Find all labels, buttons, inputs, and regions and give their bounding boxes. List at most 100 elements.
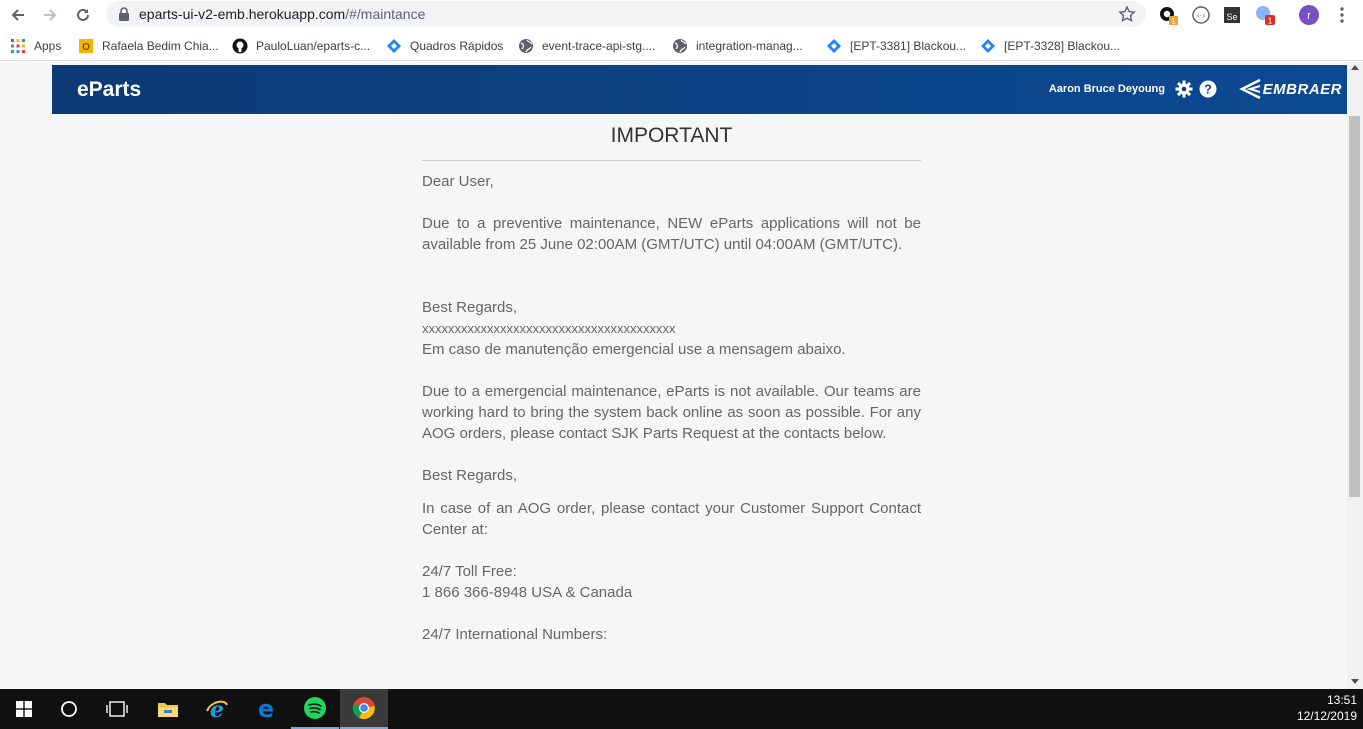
placeholder-text: xxxxxxxxxxxxxxxxxxxxxxxxxxxxxxxxxxxxxxx — [422, 321, 676, 336]
maintenance-paragraph: Due to a preventive maintenance, NEW ePa… — [422, 215, 921, 253]
emergency-paragraph: Due to a emergencial maintenance, eParts… — [422, 383, 921, 442]
kebab-menu-icon — [1340, 7, 1344, 23]
gear-icon[interactable] — [1175, 80, 1193, 98]
svg-text:e: e — [210, 697, 224, 721]
extension-badge-2: 1 — [1268, 17, 1273, 26]
embraer-logo: EMBRAER — [1238, 79, 1342, 99]
bookmark-label: integration-manag... — [696, 39, 803, 53]
edge-icon: e — [258, 697, 274, 721]
windows-taskbar: e e 13:51 12/12/2019 — [0, 689, 1363, 729]
profile-initial: r — [1307, 10, 1311, 22]
url-path: /#/maintance — [345, 6, 426, 22]
page-viewport: eParts Aaron Bruce Deyoung ? EMBRAER IMP… — [0, 62, 1363, 689]
edge-button[interactable]: e — [242, 689, 290, 729]
notice-title: IMPORTANT — [422, 122, 921, 161]
portuguese-note: Em caso de manutenção emergencial use a … — [422, 341, 846, 358]
svg-text:e: e — [258, 697, 274, 721]
bookmark-label: Rafaela Bedim Chia... — [102, 39, 219, 53]
greeting: Dear User, — [422, 173, 494, 190]
bookmark-star-icon[interactable] — [1118, 5, 1136, 23]
regards-text: Best Regards, — [422, 299, 518, 316]
bookmark-label: Apps — [34, 39, 62, 53]
bookmark-quadros[interactable]: Quadros Rápidos — [386, 36, 503, 56]
extension-github-icon[interactable]: 1 — [1158, 4, 1180, 26]
profile-avatar[interactable]: r — [1298, 4, 1320, 26]
url-host: eparts-ui-v2-emb.herokuapp.com — [139, 6, 346, 22]
scrollbar-thumb[interactable] — [1349, 116, 1360, 497]
clock-time: 13:51 — [1326, 693, 1357, 707]
toll-free-number: 1 866 366-8948 USA & Canada — [422, 584, 633, 601]
embraer-chevron-icon — [1238, 79, 1261, 99]
extension-globe-icon[interactable]: 1 — [1254, 4, 1276, 26]
jira-icon — [981, 39, 995, 53]
regards-text-2: Best Regards, — [422, 467, 518, 484]
bookmark-ept-3381[interactable]: [EPT-3381] Blackou... — [826, 36, 966, 56]
jira-icon — [387, 39, 401, 53]
windows-logo-icon — [16, 701, 32, 717]
bookmark-github[interactable]: PauloLuan/eparts-c... — [232, 36, 370, 56]
globe-icon — [673, 39, 687, 53]
chrome-icon — [352, 697, 375, 720]
bookmark-label: Quadros Rápidos — [410, 39, 504, 53]
apps-grid-icon — [11, 39, 25, 53]
toll-free-label: 24/7 Toll Free: — [422, 563, 517, 580]
bookmark-integration[interactable]: integration-manag... — [672, 36, 803, 56]
ie-button[interactable]: e — [193, 689, 241, 729]
reload-icon — [77, 8, 89, 21]
browser-toolbar: eparts-ui-v2-emb.herokuapp.com/#/maintan… — [0, 0, 1363, 30]
folder-icon — [158, 703, 178, 717]
chrome-button[interactable] — [340, 689, 388, 729]
outlook-icon: O — [79, 39, 93, 53]
bookmark-ept-3328[interactable]: [EPT-3328] Blackou... — [980, 36, 1120, 56]
international-label: 24/7 International Numbers: — [422, 626, 608, 643]
scroll-up-arrow-icon[interactable] — [1351, 65, 1359, 70]
extension-selenium-icon[interactable]: Se — [1221, 4, 1243, 26]
globe-icon — [519, 39, 533, 53]
bookmark-label: event-trace-api-stg.... — [542, 39, 656, 53]
svg-text:‹·›: ‹·› — [1197, 11, 1205, 20]
bookmark-label: PauloLuan/eparts-c... — [256, 39, 371, 53]
extension-badge-1: 1 — [1171, 17, 1176, 26]
bookmark-label: [EPT-3381] Blackou... — [850, 39, 967, 53]
internet-explorer-icon: e — [206, 697, 228, 721]
scroll-down-arrow-icon[interactable] — [1351, 679, 1359, 684]
start-button[interactable] — [0, 689, 48, 729]
bookmark-outlook[interactable]: O Rafaela Bedim Chia... — [78, 36, 219, 56]
cortana-button[interactable] — [45, 689, 93, 729]
bookmark-event-trace[interactable]: event-trace-api-stg.... — [518, 36, 655, 56]
back-arrow-icon — [11, 9, 24, 21]
page-scrollbar[interactable] — [1347, 62, 1363, 689]
bookmarks-bar: Apps O Rafaela Bedim Chia... PauloLuan/e… — [0, 30, 1363, 61]
task-view-button[interactable] — [93, 689, 141, 729]
bookmark-label: [EPT-3328] Blackou... — [1004, 39, 1121, 53]
url-text: eparts-ui-v2-emb.herokuapp.com/#/maintan… — [139, 6, 425, 22]
forward-arrow-icon — [44, 9, 57, 21]
reload-button[interactable] — [71, 3, 95, 27]
aog-paragraph: In case of an AOG order, please contact … — [422, 500, 921, 538]
jira-icon — [827, 39, 841, 53]
back-button[interactable] — [6, 3, 30, 27]
file-explorer-button[interactable] — [144, 689, 192, 729]
brand-logo[interactable]: eParts — [77, 78, 141, 102]
github-icon — [232, 38, 248, 54]
extension-code-icon[interactable]: ‹·› — [1190, 4, 1212, 26]
forward-button[interactable] — [38, 3, 62, 27]
search-circle-icon — [61, 701, 77, 717]
task-view-icon — [106, 701, 128, 717]
bookmark-apps[interactable]: Apps — [10, 36, 61, 56]
spotify-icon — [304, 697, 326, 719]
user-name[interactable]: Aaron Bruce Deyoung — [1049, 83, 1165, 95]
app-header: eParts Aaron Bruce Deyoung ? EMBRAER — [52, 65, 1347, 114]
system-clock[interactable]: 13:51 12/12/2019 — [1297, 692, 1357, 724]
lock-icon — [119, 7, 129, 21]
svg-text:?: ? — [1204, 82, 1212, 97]
browser-menu-button[interactable] — [1331, 4, 1353, 26]
extension-badge-se: Se — [1226, 12, 1237, 22]
embraer-logo-text: EMBRAER — [1262, 80, 1342, 98]
svg-text:O: O — [82, 42, 90, 53]
clock-date: 12/12/2019 — [1296, 709, 1357, 723]
help-icon[interactable]: ? — [1199, 80, 1217, 98]
maintenance-notice: IMPORTANT Dear User, Due to a preventive… — [422, 122, 921, 645]
address-bar[interactable]: eparts-ui-v2-emb.herokuapp.com/#/maintan… — [106, 1, 1146, 27]
spotify-button[interactable] — [291, 689, 339, 729]
